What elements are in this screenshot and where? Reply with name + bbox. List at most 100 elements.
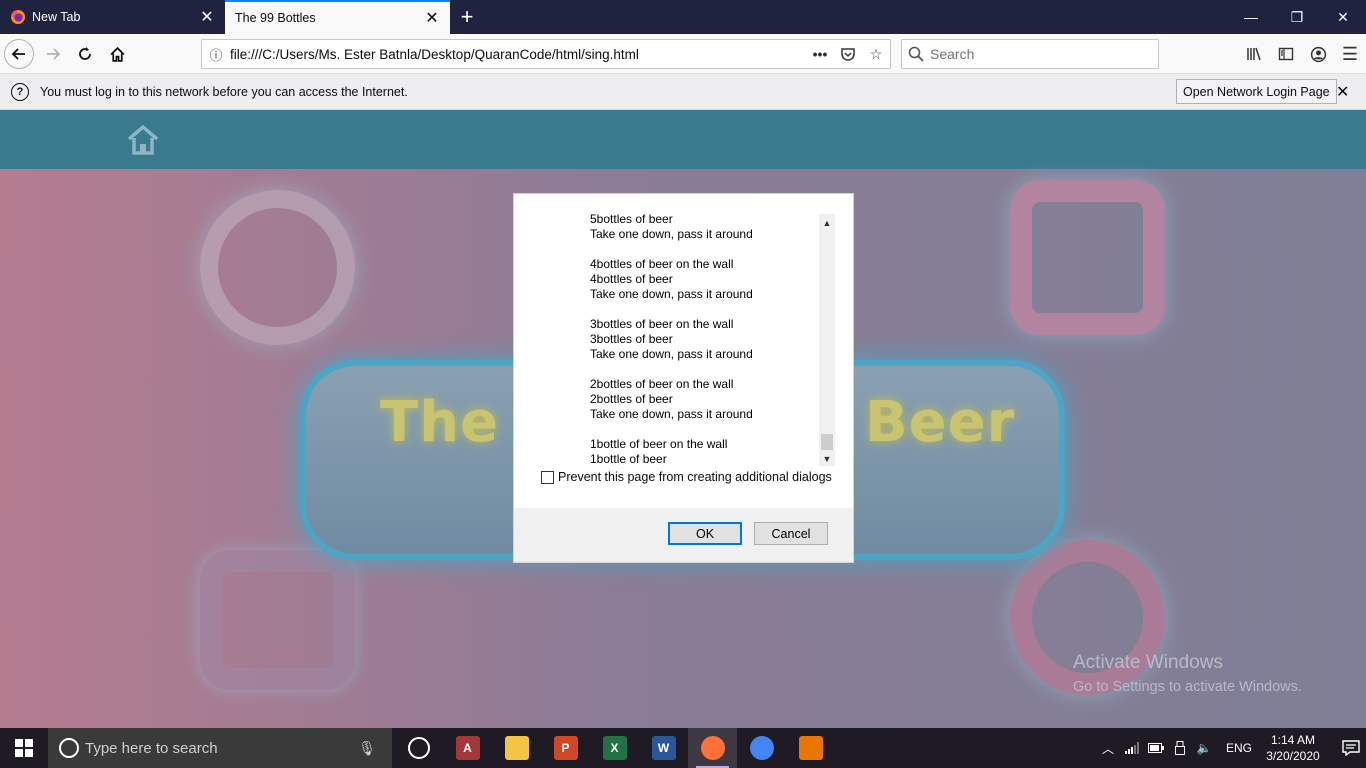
word-icon: W [651, 736, 676, 760]
watermark-line2: Go to Settings to activate Windows. [1073, 679, 1302, 695]
taskbar-app-firefox[interactable] [688, 728, 737, 768]
ok-button[interactable]: OK [668, 522, 742, 545]
new-tab-button[interactable]: + [450, 0, 484, 34]
search-icon [902, 46, 930, 62]
tab-close-icon[interactable]: ✕ [422, 8, 442, 28]
dialog-message-line: 1bottle of beer [590, 452, 667, 466]
activate-windows-watermark: Activate Windows Go to Settings to activ… [1073, 652, 1302, 695]
excel-icon: X [602, 736, 627, 760]
scroll-down-icon[interactable]: ▼ [819, 452, 835, 466]
prevent-dialogs-label: Prevent this page from creating addition… [558, 470, 832, 484]
dialog-message-line: 1bottle of beer on the wall [590, 437, 728, 451]
file-explorer-icon [504, 736, 529, 760]
clock-date: 3/20/2020 [1266, 749, 1320, 763]
open-network-login-button[interactable]: Open Network Login Page [1176, 79, 1337, 104]
search-bar[interactable] [901, 39, 1159, 69]
back-button[interactable] [4, 39, 34, 69]
dialog-message-line [590, 422, 820, 437]
dialog-message-line: 3bottles of beer [590, 332, 673, 346]
forward-arrow-icon [47, 48, 61, 60]
url-text[interactable]: file:///C:/Users/Ms. Ester Batnla/Deskto… [230, 47, 806, 62]
prevent-dialogs-checkbox[interactable] [541, 470, 554, 484]
account-icon[interactable] [1302, 39, 1334, 69]
dialog-message-line [590, 362, 820, 377]
dialog-message-line: Take one down, pass it around [590, 287, 753, 301]
volume-icon[interactable]: 🔈 [1192, 741, 1216, 755]
library-icon[interactable] [1238, 39, 1270, 69]
reload-button[interactable] [70, 39, 100, 69]
cortana-icon [59, 738, 79, 758]
taskbar-app-file-explorer[interactable] [492, 728, 541, 768]
taskbar-search-placeholder: Type here to search [85, 739, 218, 757]
dialog-body: 5bottles of beer Take one down, pass it a… [514, 194, 853, 508]
network-icon[interactable] [1120, 742, 1144, 754]
system-tray: ︿ 🔈 ENG 1:14 AM 3/20/2020 [1096, 728, 1366, 768]
tab-99-bottles[interactable]: The 99 Bottles ✕ [225, 0, 450, 34]
sidebar-icon[interactable] [1270, 39, 1302, 69]
action-center-icon[interactable] [1336, 740, 1366, 756]
forward-button[interactable] [38, 39, 68, 69]
menu-icon[interactable]: ☰ [1334, 39, 1366, 69]
clock[interactable]: 1:14 AM 3/20/2020 [1262, 732, 1324, 764]
dialog-message-line: 3bottles of beer on the wall [590, 317, 734, 331]
page-actions-icon[interactable]: ••• [806, 46, 834, 62]
home-button[interactable] [102, 39, 132, 69]
banner-title-end: Beer [865, 390, 1016, 455]
prevent-dialogs-option[interactable]: Prevent this page from creating addition… [541, 470, 832, 484]
pinned-apps: A PXW [394, 728, 835, 768]
minimize-icon[interactable]: — [1228, 0, 1274, 34]
decorative-square [200, 550, 355, 690]
dialog-message-line [590, 302, 820, 317]
taskbar-app-powerpoint[interactable]: P [541, 728, 590, 768]
scroll-up-icon[interactable]: ▲ [819, 216, 835, 230]
alert-dialog: 5bottles of beer Take one down, pass it a… [513, 193, 854, 563]
dialog-message-line: 5bottles of beer [590, 212, 673, 226]
watermark-line1: Activate Windows [1073, 652, 1223, 673]
restore-icon[interactable]: ❐ [1274, 0, 1320, 34]
battery-icon[interactable] [1144, 743, 1168, 753]
powerpoint-icon: P [553, 736, 578, 760]
notification-message: You must log in to this network before y… [40, 84, 408, 99]
notification-close-icon[interactable]: ✕ [1336, 82, 1349, 102]
access-icon: A [455, 736, 480, 760]
taskbar-app-excel[interactable]: X [590, 728, 639, 768]
taskbar-app-access[interactable]: A [443, 728, 492, 768]
dialog-message-line: 4bottles of beer on the wall [590, 257, 734, 271]
taskbar-app-chrome[interactable] [737, 728, 786, 768]
usb-icon[interactable] [1168, 741, 1192, 755]
pocket-icon[interactable] [834, 46, 862, 62]
tab-new-tab[interactable]: New Tab ✕ [0, 0, 225, 34]
taskbar-app-blender[interactable] [786, 728, 835, 768]
cancel-button[interactable]: Cancel [754, 522, 828, 545]
search-input[interactable] [930, 46, 1130, 62]
taskbar-app-word[interactable]: W [639, 728, 688, 768]
dialog-message-line: Take one down, pass it around [590, 407, 753, 421]
microphone-icon[interactable]: 🎙 [358, 740, 376, 757]
page-header [0, 110, 1366, 169]
dialog-message[interactable]: 5bottles of beer Take one down, pass it a… [590, 212, 820, 467]
back-arrow-icon [11, 48, 25, 60]
site-info-icon[interactable]: ⓘ [202, 45, 230, 64]
firefox-icon [700, 736, 725, 760]
start-button[interactable] [0, 728, 48, 768]
chrome-icon [749, 736, 774, 760]
language-indicator[interactable]: ENG [1226, 741, 1252, 755]
taskbar-search-box[interactable]: Type here to search 🎙 [48, 728, 392, 768]
bookmark-star-icon[interactable]: ☆ [862, 46, 890, 63]
dialog-message-line: Take one down, pass it around [590, 227, 753, 241]
windows-logo-icon [15, 739, 33, 757]
show-hidden-icons-icon[interactable]: ︿ [1096, 740, 1120, 757]
tab-close-icon[interactable]: ✕ [197, 7, 217, 27]
url-bar[interactable]: ⓘ file:///C:/Users/Ms. Ester Batnla/Desk… [201, 39, 891, 69]
home-icon [110, 46, 124, 62]
scroll-thumb[interactable] [821, 434, 833, 450]
window-close-icon[interactable]: ✕ [1320, 0, 1366, 34]
taskbar-app-task-view[interactable] [394, 728, 443, 768]
dialog-message-line: 2bottles of beer [590, 392, 673, 406]
nav-toolbar: ⓘ file:///C:/Users/Ms. Ester Batnla/Desk… [0, 34, 1366, 74]
dialog-scrollbar[interactable]: ▲ ▼ [819, 214, 835, 466]
windows-taskbar: Type here to search 🎙 A PXW ︿ 🔈 ENG 1:14 … [0, 728, 1366, 768]
clock-time: 1:14 AM [1270, 733, 1316, 747]
page-home-icon[interactable] [126, 124, 160, 156]
question-icon: ? [11, 82, 29, 101]
